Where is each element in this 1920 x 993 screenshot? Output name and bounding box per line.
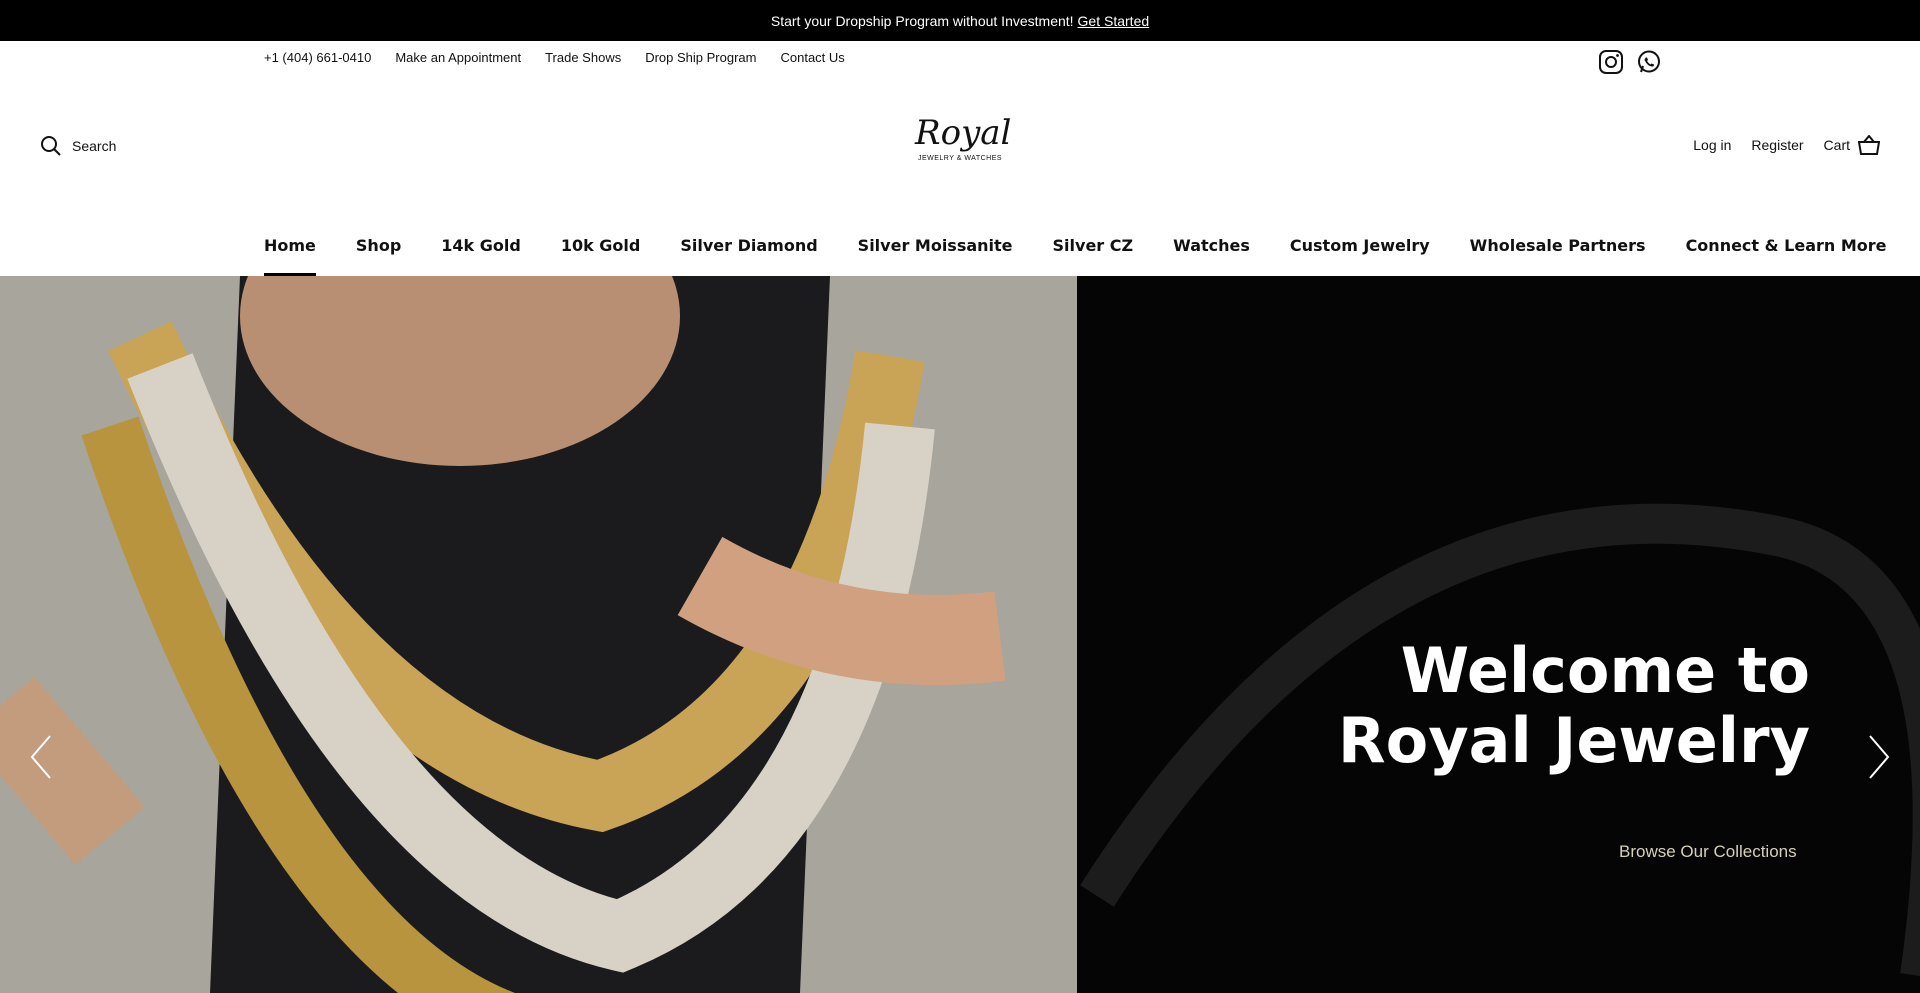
cart-label: Cart	[1823, 137, 1850, 153]
social-links	[1598, 49, 1662, 75]
basket-icon	[1858, 135, 1880, 155]
nav-item-10k-gold[interactable]: 10k Gold	[561, 215, 641, 276]
search-label: Search	[72, 138, 117, 154]
announcement-bar: Start your Dropship Program without Inve…	[0, 0, 1920, 41]
appointment-link[interactable]: Make an Appointment	[395, 50, 521, 65]
trade-shows-link[interactable]: Trade Shows	[545, 50, 621, 65]
search-button[interactable]: Search	[40, 135, 116, 157]
nav-item-watches[interactable]: Watches	[1173, 215, 1250, 276]
account-links: Log in Register Cart	[1693, 135, 1880, 155]
hero-title: Welcome to Royal Jewelry	[1338, 636, 1810, 776]
cart-link[interactable]: Cart	[1824, 135, 1880, 155]
login-link[interactable]: Log in	[1693, 137, 1731, 153]
previous-slide-button[interactable]	[26, 732, 56, 782]
site-header: Search Royal JEWELRY & WATCHES Log in Re…	[0, 81, 1920, 216]
logo-tagline: JEWELRY & WATCHES	[917, 155, 1003, 162]
nav-item-silver-moissanite[interactable]: Silver Moissanite	[858, 215, 1013, 276]
logo-brand: Royal	[915, 113, 1012, 153]
hero-title-line-2: Royal Jewelry	[1337, 704, 1810, 777]
hero-title-line-1: Welcome to	[1400, 634, 1810, 707]
instagram-icon[interactable]	[1598, 49, 1624, 75]
phone-link[interactable]: +1 (404) 661-0410	[264, 50, 371, 65]
hero-slideshow: Welcome to Royal Jewelry Browse Our Coll…	[0, 276, 1920, 993]
drop-ship-link[interactable]: Drop Ship Program	[645, 50, 756, 65]
next-slide-button[interactable]	[1864, 732, 1894, 782]
nav-item-home[interactable]: Home	[264, 215, 316, 276]
chevron-right-icon	[1869, 735, 1890, 779]
site-logo[interactable]: Royal JEWELRY & WATCHES	[915, 111, 1012, 181]
nav-item-silver-diamond[interactable]: Silver Diamond	[680, 215, 817, 276]
nav-item-custom-jewelry[interactable]: Custom Jewelry	[1290, 215, 1430, 276]
search-icon	[41, 136, 61, 156]
whatsapp-icon[interactable]	[1636, 49, 1662, 75]
browse-collections-link[interactable]: Browse Our Collections	[1619, 842, 1797, 862]
nav-item-silver-cz[interactable]: Silver CZ	[1053, 215, 1134, 276]
contact-link[interactable]: Contact Us	[780, 50, 844, 65]
nav-item-connect[interactable]: Connect & Learn More	[1686, 215, 1887, 276]
announcement-text: Start your Dropship Program without Inve…	[770, 12, 1074, 29]
nav-item-14k-gold[interactable]: 14k Gold	[441, 215, 521, 276]
main-navigation: Home Shop 14k Gold 10k Gold Silver Diamo…	[0, 215, 1920, 276]
hero-image	[0, 276, 1077, 993]
utility-bar: +1 (404) 661-0410 Make an Appointment Tr…	[0, 41, 1920, 81]
nav-item-wholesale-partners[interactable]: Wholesale Partners	[1470, 215, 1646, 276]
utility-links: +1 (404) 661-0410 Make an Appointment Tr…	[264, 50, 845, 65]
nav-item-shop[interactable]: Shop	[356, 215, 401, 276]
register-link[interactable]: Register	[1751, 137, 1803, 153]
announcement-cta-link[interactable]: Get Started	[1078, 13, 1150, 29]
chevron-left-icon	[30, 735, 51, 779]
